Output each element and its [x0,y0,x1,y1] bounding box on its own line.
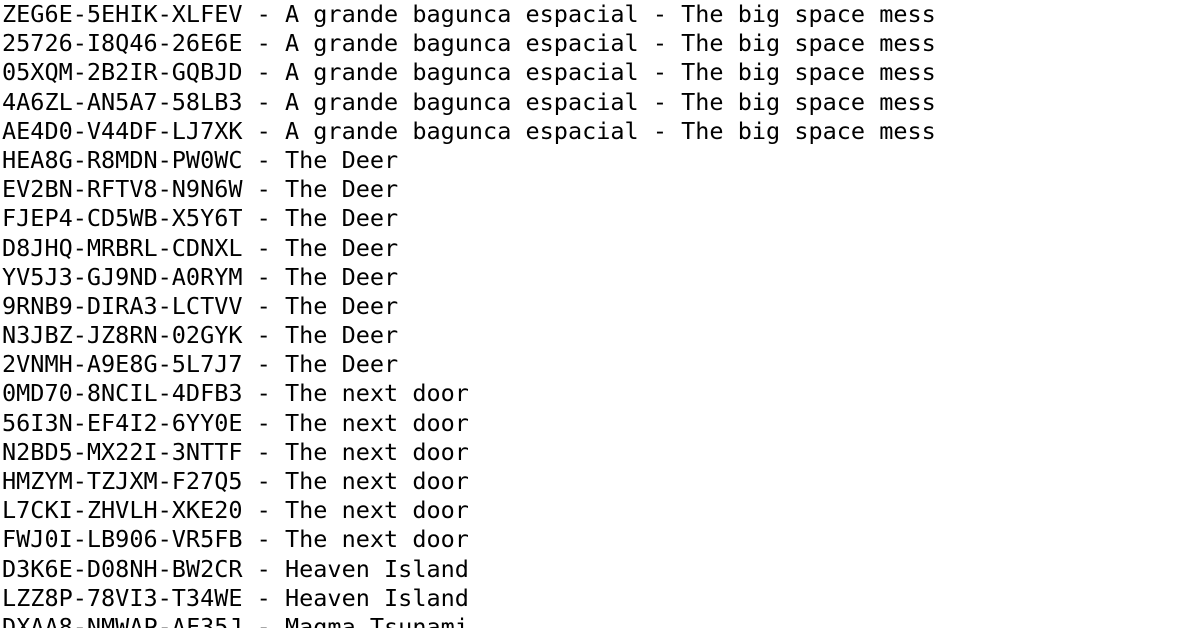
key-list-row: AE4D0-V44DF-LJ7XK - A grande bagunca esp… [0,117,1200,146]
product-key: 25726-I8Q46-26E6E [2,29,243,58]
key-list-row: 05XQM-2B2IR-GQBJD - A grande bagunca esp… [0,58,1200,87]
key-title-separator: - [242,321,285,350]
product-key: DXAA8-NMWAP-AF35J [2,612,243,628]
product-key: 0MD70-8NCIL-4DFB3 [2,379,243,408]
product-key: FWJ0I-LB906-VR5FB [2,525,243,554]
game-title: The Deer [284,145,399,174]
key-title-separator: - [242,262,285,291]
key-title-separator: - [242,525,285,554]
key-title-separator: - [242,145,285,174]
product-key: LZZ8P-78VI3-T34WE [2,583,243,612]
game-title: The next door [284,408,469,437]
key-list-row: D8JHQ-MRBRL-CDNXL - The Deer [0,234,1200,263]
product-key: HEA8G-R8MDN-PW0WC [2,145,243,174]
product-key: ZEG6E-5EHIK-XLFEV [2,0,243,28]
game-title: The next door [284,525,469,554]
key-title-separator: - [242,116,285,145]
product-key: AE4D0-V44DF-LJ7XK [2,116,243,145]
key-title-separator: - [242,233,285,262]
key-title-separator: - [242,467,285,495]
product-key: 05XQM-2B2IR-GQBJD [2,58,243,87]
key-list-row: 0MD70-8NCIL-4DFB3 - The next door [0,379,1200,408]
game-title: A grande bagunca espacial - The big spac… [284,29,936,58]
key-title-separator: - [242,58,285,87]
key-title-separator: - [242,29,285,58]
key-list-row: 2VNMH-A9E8G-5L7J7 - The Deer [0,350,1200,379]
game-title: The next door [284,496,469,525]
game-title: The Deer [284,204,399,233]
key-title-separator: - [242,0,285,28]
key-list-row: N3JBZ-JZ8RN-02GYK - The Deer [0,321,1200,350]
game-title: The Deer [284,350,399,379]
key-title-separator: - [242,554,285,583]
key-list-row: 9RNB9-DIRA3-LCTVV - The Deer [0,292,1200,321]
game-title: The Deer [284,233,399,262]
key-title-separator: - [242,612,285,628]
game-title: A grande bagunca espacial - The big spac… [284,87,936,116]
key-list: ZEG6E-5EHIK-XLFEV - A grande bagunca esp… [0,0,1200,628]
key-list-row: HMZYM-TZJXM-F27Q5 - The next door [0,467,1200,496]
product-key: D3K6E-D08NH-BW2CR [2,554,243,583]
key-list-row: EV2BN-RFTV8-N9N6W - The Deer [0,175,1200,204]
product-key: 4A6ZL-AN5A7-58LB3 [2,87,243,116]
product-key: 56I3N-EF4I2-6YY0E [2,408,243,437]
key-list-row: L7CKI-ZHVLH-XKE20 - The next door [0,496,1200,525]
key-list-row: DXAA8-NMWAP-AF35J - Magma Tsunami [0,613,1200,628]
key-title-separator: - [242,87,285,116]
game-title: The next door [284,379,469,408]
key-list-row: LZZ8P-78VI3-T34WE - Heaven Island [0,584,1200,613]
key-title-separator: - [242,291,285,320]
key-list-row: D3K6E-D08NH-BW2CR - Heaven Island [0,555,1200,584]
key-title-separator: - [242,379,285,408]
game-title: Heaven Island [284,583,469,612]
game-title: A grande bagunca espacial - The big spac… [284,0,936,28]
game-title: The Deer [284,175,399,204]
key-list-row: YV5J3-GJ9ND-A0RYM - The Deer [0,263,1200,292]
key-title-separator: - [242,437,285,466]
key-list-row: ZEG6E-5EHIK-XLFEV - A grande bagunca esp… [0,0,1200,29]
key-title-separator: - [242,496,285,525]
product-key: N2BD5-MX22I-3NTTF [2,437,243,466]
key-list-row: HEA8G-R8MDN-PW0WC - The Deer [0,146,1200,175]
key-title-separator: - [242,350,285,379]
key-title-separator: - [242,408,285,437]
key-list-row: N2BD5-MX22I-3NTTF - The next door [0,438,1200,467]
key-title-separator: - [242,583,285,612]
game-title: The Deer [284,291,399,320]
game-title: The next door [284,437,469,466]
product-key: YV5J3-GJ9ND-A0RYM [2,262,243,291]
game-title: The Deer [284,321,399,350]
product-key: N3JBZ-JZ8RN-02GYK [2,321,243,350]
key-list-row: 56I3N-EF4I2-6YY0E - The next door [0,409,1200,438]
game-title: Magma Tsunami [284,612,469,628]
key-title-separator: - [242,204,285,233]
product-key: HMZYM-TZJXM-F27Q5 [2,467,243,495]
key-title-separator: - [242,175,285,204]
product-key: 9RNB9-DIRA3-LCTVV [2,291,243,320]
key-list-row: 25726-I8Q46-26E6E - A grande bagunca esp… [0,29,1200,58]
product-key: D8JHQ-MRBRL-CDNXL [2,233,243,262]
product-key: 2VNMH-A9E8G-5L7J7 [2,350,243,379]
product-key: FJEP4-CD5WB-X5Y6T [2,204,243,233]
game-title: Heaven Island [284,554,469,583]
game-title: A grande bagunca espacial - The big spac… [284,58,936,87]
key-list-row: FJEP4-CD5WB-X5Y6T - The Deer [0,204,1200,233]
product-key: EV2BN-RFTV8-N9N6W [2,175,243,204]
game-title: The Deer [284,262,399,291]
key-list-row: FWJ0I-LB906-VR5FB - The next door [0,525,1200,554]
product-key: L7CKI-ZHVLH-XKE20 [2,496,243,525]
key-list-row: 4A6ZL-AN5A7-58LB3 - A grande bagunca esp… [0,88,1200,117]
game-title: The next door [284,467,469,495]
game-title: A grande bagunca espacial - The big spac… [284,116,936,145]
